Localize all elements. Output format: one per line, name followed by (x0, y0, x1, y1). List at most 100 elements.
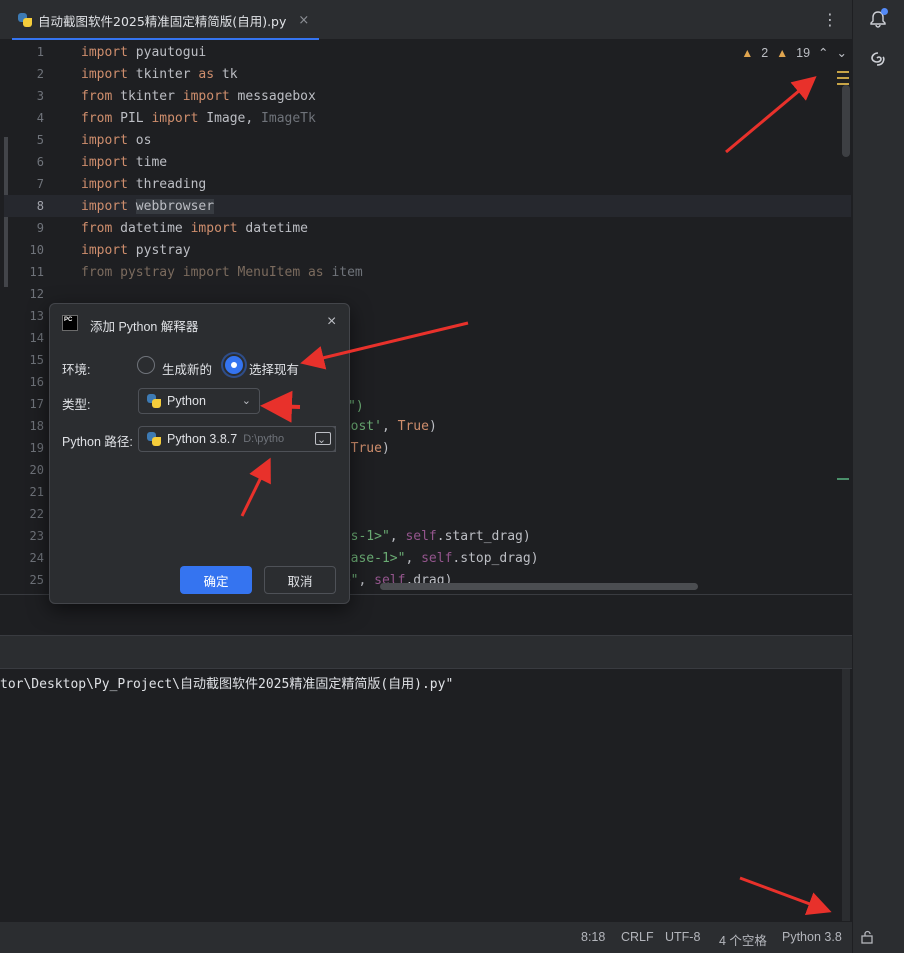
radio-generate-new[interactable] (137, 356, 155, 374)
run-output-console[interactable]: tor\Desktop\Py_Project\自动截图软件2025精准固定精简版… (0, 669, 852, 921)
code-line[interactable]: 1 import pyautogui (4, 41, 851, 63)
tab-label: 自动截图软件2025精准固定精简版(自用).py (38, 13, 287, 29)
line-number: 24 (29, 551, 44, 565)
code-line[interactable]: 6 import time (4, 151, 851, 173)
line-number: 18 (29, 419, 44, 433)
line-number: 1 (36, 45, 44, 59)
chevron-down-icon: ⌄ (241, 395, 251, 407)
close-tab-icon[interactable]: × (298, 13, 309, 28)
code-token: tkinter (127, 66, 199, 82)
code-token: import (190, 220, 238, 236)
tab-active-file[interactable]: 自动截图软件2025精准固定精简版(自用).py × (8, 0, 323, 40)
line-number: 4 (36, 111, 44, 125)
python-path-dropdown-button[interactable]: ⌄ (308, 426, 336, 452)
line-number: 3 (36, 89, 44, 103)
python-path-location: D:\pytho (243, 433, 285, 445)
line-number: 11 (29, 265, 44, 279)
code-text: import tkinter as tk (81, 67, 238, 82)
code-line[interactable]: 11 from pystray import MenuItem as item (4, 261, 851, 283)
code-token: self (421, 550, 453, 566)
line-number: 20 (29, 463, 44, 477)
notification-dot (881, 8, 888, 15)
code-text: from datetime import datetime (81, 221, 308, 236)
code-text: pmost', True) (335, 419, 437, 434)
code-token: , (381, 418, 398, 434)
line-number: 6 (36, 155, 44, 169)
code-token: messagebox (229, 88, 316, 104)
code-line[interactable]: 3 from tkinter import messagebox (4, 85, 851, 107)
code-line[interactable]: 2 import tkinter as tk (4, 63, 851, 85)
python-path-value: Python 3.8.7 (167, 432, 238, 446)
code-token: pystray (127, 242, 191, 258)
code-line[interactable]: 10 import pystray (4, 239, 851, 261)
console-scrollbar[interactable] (842, 669, 850, 921)
code-text: import time (81, 155, 167, 170)
line-number: 8 (36, 199, 44, 213)
indent-setting[interactable]: 4 个空格 (719, 930, 767, 949)
ai-assistant-swirl-icon[interactable] (865, 46, 891, 72)
code-token: Image, (198, 110, 262, 126)
ok-button[interactable]: 确定 (180, 566, 252, 594)
python-icon (147, 394, 161, 408)
type-select[interactable]: Python ⌄ (138, 388, 260, 414)
line-number: 23 (29, 529, 44, 543)
more-options-icon[interactable]: ⋮ (822, 10, 838, 29)
tab-active-indicator (12, 38, 320, 40)
close-icon[interactable]: × (327, 313, 336, 331)
environment-label: 环境: (62, 363, 91, 377)
code-text: import threading (81, 177, 206, 192)
code-token: .stop_drag) (452, 550, 539, 566)
chevron-down-icon: ⌄ (316, 433, 327, 446)
code-token: from (81, 88, 113, 104)
code-token: webbrowser (135, 198, 215, 214)
line-number: 16 (29, 375, 44, 389)
code-token: import (182, 88, 230, 104)
code-line[interactable]: 9 from datetime import datetime (4, 217, 851, 239)
code-token: ImageTk (261, 110, 316, 126)
radio-select-existing[interactable] (225, 356, 243, 374)
code-token: tkinter (112, 88, 183, 104)
python-icon (147, 432, 161, 446)
interpreter-selector[interactable]: Python 3.8 (782, 930, 842, 944)
code-line[interactable]: 7 import threading (4, 173, 851, 195)
code-line[interactable]: 4 from PIL import Image, ImageTk (4, 107, 851, 129)
code-token: import (81, 44, 128, 60)
console-line: tor\Desktop\Py_Project\自动截图软件2025精准固定精简版… (0, 677, 454, 692)
line-number: 2 (36, 67, 44, 81)
code-line[interactable]: 5 import os (4, 129, 851, 151)
code-text: from PIL import Image, ImageTk (81, 111, 316, 126)
radio-generate-new-label[interactable]: 生成新的 (162, 359, 212, 378)
python-path-combobox[interactable]: Python 3.8.7 D:\pytho (138, 426, 336, 452)
code-line[interactable]: 8 import webbrowser (4, 195, 851, 217)
code-text: import os (81, 133, 151, 148)
line-number: 13 (29, 309, 44, 323)
radio-select-existing-label[interactable]: 选择现有 (249, 359, 299, 378)
code-token: tk (214, 66, 238, 82)
code-text: import pyautogui (81, 45, 206, 60)
code-token: time (127, 154, 168, 170)
caret-position[interactable]: 8:18 (581, 930, 605, 944)
code-token: from (81, 220, 113, 236)
line-number: 7 (36, 177, 44, 191)
code-token: import (81, 176, 128, 192)
file-encoding[interactable]: UTF-8 (665, 930, 700, 944)
code-line[interactable]: 12 (4, 283, 851, 305)
code-token: import (81, 242, 128, 258)
code-token: datetime (237, 220, 309, 236)
line-number: 21 (29, 485, 44, 499)
line-number: 19 (29, 441, 44, 455)
notifications-bell-icon[interactable] (865, 6, 891, 32)
line-number: 25 (29, 573, 44, 587)
cancel-button[interactable]: 取消 (264, 566, 336, 594)
code-token: ) (428, 418, 437, 434)
python-file-icon (18, 13, 32, 27)
code-token: self (405, 528, 437, 544)
line-separator[interactable]: CRLF (621, 930, 654, 944)
code-token: datetime (112, 220, 191, 236)
code-token: item (331, 264, 363, 280)
code-token: pyautogui (127, 44, 207, 60)
code-text: from pystray import MenuItem as item (81, 265, 363, 280)
horizontal-scrollbar-thumb[interactable] (380, 583, 698, 590)
read-only-lock-icon[interactable] (860, 930, 874, 947)
